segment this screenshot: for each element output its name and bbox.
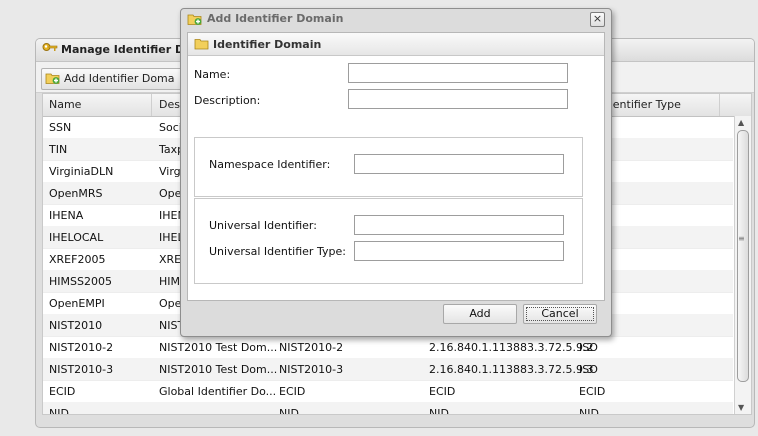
table-cell: IHENA [49,209,84,222]
name-input[interactable] [348,63,568,83]
add-identifier-domain-button[interactable]: Add Identifier Domain [41,68,192,90]
table-cell: NID [579,407,599,415]
table-row[interactable]: NIST2010-2 NIST2010 Test Dom... NIST2010-2… [43,336,733,359]
dialog-titlebar[interactable]: Add Identifier Domain × [181,9,611,31]
table-cell: OpenMRS [49,187,103,200]
table-cell: ECID [49,385,76,398]
scrollbar-grip-icon: ≡ [738,234,745,243]
table-cell: NIST2010-2 [279,341,344,354]
table-cell: ECID [279,385,306,398]
universal-identifier-type-input[interactable] [354,241,564,261]
table-cell: 2.16.840.1.113883.3.72.5.9.3 [429,363,594,376]
add-folder-icon [45,71,61,92]
universal-identifier-type-label: Universal Identifier Type: [209,245,346,258]
table-cell: OpenEMPI [49,297,105,310]
universal-identifier-input[interactable] [354,215,564,235]
table-cell: NID [49,407,69,415]
dialog-form: Identifier Domain Name: Description: Nam… [187,32,605,301]
table-cell: TIN [49,143,68,156]
table-cell: VirginiaDLN [49,165,114,178]
dialog-title: Add Identifier Domain [207,12,344,25]
namespace-identifier-input[interactable] [354,154,564,174]
close-icon[interactable]: × [590,12,605,27]
namespace-fieldset: Namespace Identifier: [194,137,583,197]
add-identifier-domain-label: Add Identifier Domain [64,72,185,85]
scroll-up-icon[interactable]: ▲ [738,118,744,127]
table-cell: NID [279,407,299,415]
add-button[interactable]: Add [443,304,517,324]
table-cell: Ope [159,187,182,200]
table-cell: NIST2010 Test Dom... [159,341,278,354]
description-label: Description: [194,94,261,107]
table-cell: IHELOCAL [49,231,104,244]
table-cell: 2.16.840.1.113883.3.72.5.9.2 [429,341,594,354]
name-label: Name: [194,68,231,81]
key-icon [42,42,58,59]
scroll-down-icon[interactable]: ▼ [738,403,744,412]
add-identifier-domain-dialog: Add Identifier Domain × Identifier Domai… [180,8,612,337]
namespace-identifier-label: Namespace Identifier: [209,158,331,171]
table-cell: ECID [429,385,456,398]
table-cell: NID [429,407,449,415]
scrollbar-thumb[interactable] [737,130,749,382]
universal-identifier-fieldset: Universal Identifier: Universal Identifi… [194,198,583,284]
grid-vertical-scrollbar[interactable]: ▲ ≡ ▼ [734,116,751,414]
table-row[interactable]: ECID Global Identifier Do... ECID ECID ECID [43,380,733,403]
add-folder-icon [187,12,203,29]
table-cell: ISO [579,341,598,354]
table-cell: Soci [159,121,182,134]
table-cell: NIST2010 [49,319,103,332]
table-row[interactable]: NIST2010-3 NIST2010 Test Dom... NIST2010-3… [43,358,733,381]
folder-icon [194,38,209,53]
column-header-name[interactable]: Name [49,98,81,111]
universal-identifier-label: Universal Identifier: [209,219,317,232]
section-title: Identifier Domain [213,38,322,51]
identifier-domain-section-header: Identifier Domain [188,33,604,56]
description-input[interactable] [348,89,568,109]
table-cell: SSN [49,121,72,134]
cancel-button[interactable]: Cancel [523,304,597,324]
table-cell: ISO [579,363,598,376]
table-row[interactable]: NID NID NID NID [43,402,733,415]
add-button-label: Add [469,307,491,320]
table-cell: NIST2010-2 [49,341,114,354]
table-cell: XREF2005 [49,253,106,266]
table-cell: Global Identifier Do... [159,385,277,398]
table-cell: NIST2010-3 [49,363,114,376]
table-cell: ECID [579,385,606,398]
table-cell: NIST2010 Test Dom... [159,363,278,376]
table-cell: NIST2010-3 [279,363,344,376]
table-cell: HIMSS2005 [49,275,112,288]
